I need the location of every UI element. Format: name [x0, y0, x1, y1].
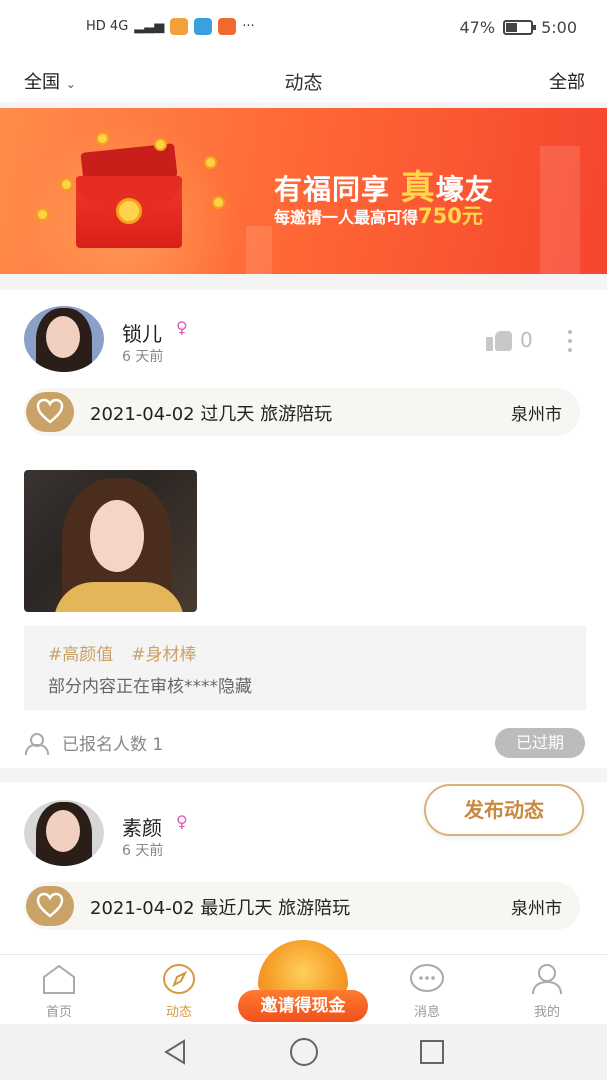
recent-apps-icon[interactable]	[420, 1040, 444, 1064]
app-notification-icon	[194, 18, 213, 35]
coin-icon	[154, 138, 167, 151]
vip-badge-icon: ♀	[176, 318, 188, 337]
status-bar: HD 4G ▂▃▅ ··· 47% 5:00	[0, 0, 607, 58]
status-badge: 已过期	[495, 728, 585, 758]
invite-banner[interactable]: 有福同享 真壕友 每邀请一人最高可得750元	[0, 108, 607, 274]
post-description: #高颜值 #身材棒 部分内容正在审核****隐藏	[24, 626, 586, 710]
username[interactable]: 素颜	[122, 812, 162, 841]
region-selector[interactable]: 全国 ⌄	[24, 68, 76, 94]
signal-icon: ▂▃▅	[134, 19, 165, 34]
more-options-icon[interactable]	[568, 330, 574, 354]
description-text: 部分内容正在审核****隐藏	[48, 677, 252, 697]
top-header: 全国 ⌄ 动态 全部	[0, 58, 607, 102]
activity-summary: 2021-04-02 最近几天 旅游陪玩	[90, 898, 351, 919]
heart-badge-icon	[26, 392, 74, 432]
username[interactable]: 锁儿	[122, 318, 162, 347]
like-button[interactable]: 0	[486, 328, 533, 352]
battery-percent: 47%	[459, 18, 496, 37]
banner-subline: 每邀请一人最高可得750元	[274, 204, 483, 228]
coin-icon	[60, 178, 73, 191]
coin-icon	[204, 156, 217, 169]
invite-label: 邀请得现金	[238, 990, 368, 1022]
battery-icon	[503, 20, 537, 35]
avatar[interactable]	[24, 800, 104, 866]
signup-info: 已报名人数 1	[24, 730, 163, 755]
tab-home[interactable]: 首页	[14, 963, 104, 1020]
person-icon	[24, 732, 49, 755]
clock: 5:00	[541, 18, 577, 37]
coin-icon	[36, 208, 49, 221]
red-packet-icon	[76, 143, 182, 248]
tag[interactable]: #高颜值	[48, 640, 113, 665]
compass-icon	[160, 963, 198, 995]
publish-post-button[interactable]: 发布动态	[424, 784, 584, 836]
status-right: 47% 5:00	[460, 18, 578, 37]
filter-all-button[interactable]: 全部	[549, 68, 585, 94]
avatar[interactable]	[24, 306, 104, 372]
more-notifications: ···	[242, 19, 255, 34]
activity-info: 2021-04-02 过几天 旅游陪玩 泉州市	[24, 388, 580, 436]
post-time: 6 天前	[122, 349, 164, 365]
thumbs-up-icon	[486, 329, 512, 351]
coin-icon	[212, 196, 225, 209]
activity-city: 泉州市	[511, 405, 562, 425]
tag[interactable]: #身材棒	[131, 640, 196, 665]
like-count: 0	[520, 328, 533, 352]
heart-badge-icon	[26, 886, 74, 926]
tab-mine[interactable]: 我的	[502, 963, 592, 1020]
tab-moments[interactable]: 动态	[134, 963, 224, 1020]
user-icon	[528, 963, 566, 995]
vip-badge-icon: ♀	[176, 812, 188, 831]
post-card: 锁儿 ♀ 6 天前 0 2021-04-02 过几天 旅游陪玩 泉州市 #高颜值…	[0, 290, 607, 768]
tab-messages[interactable]: 消息	[382, 963, 472, 1020]
page-title: 动态	[284, 72, 323, 94]
home-icon	[40, 963, 78, 995]
activity-summary: 2021-04-02 过几天 旅游陪玩	[90, 404, 333, 425]
post-photo[interactable]	[24, 470, 197, 612]
status-icons: HD 4G ▂▃▅ ···	[86, 18, 255, 35]
network-indicator: HD 4G	[86, 19, 129, 34]
home-button-icon[interactable]	[290, 1038, 318, 1066]
chat-bubble-icon	[408, 963, 446, 995]
app-notification-icon	[170, 18, 189, 35]
coin-icon	[96, 132, 109, 145]
coin-stack-icon	[258, 940, 348, 994]
activity-city: 泉州市	[511, 899, 562, 919]
banner-decoration	[246, 226, 272, 274]
post-time: 6 天前	[122, 843, 164, 859]
app-notification-icon	[218, 18, 237, 35]
banner-decoration	[540, 146, 580, 274]
region-label: 全国	[24, 72, 60, 93]
chevron-down-icon: ⌄	[65, 77, 76, 91]
back-icon[interactable]	[162, 1038, 188, 1070]
activity-info: 2021-04-02 最近几天 旅游陪玩 泉州市	[24, 882, 580, 930]
tag-list: #高颜值 #身材棒	[48, 640, 197, 665]
invite-cash-button[interactable]: 邀请得现金	[236, 940, 370, 1026]
system-nav-bar	[0, 1024, 607, 1080]
